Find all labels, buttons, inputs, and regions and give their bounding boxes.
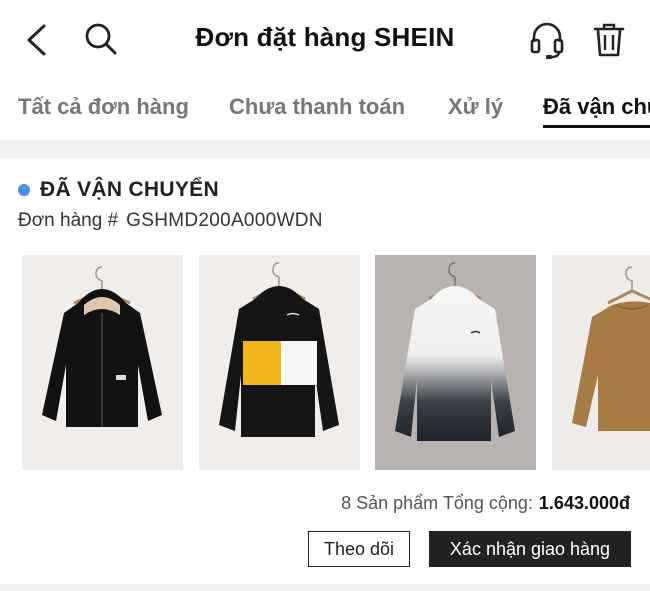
page-title: Đơn đặt hàng SHEIN xyxy=(195,22,455,52)
order-summary: 8 Sản phẩm Tổng cộng: 1.643.000đ xyxy=(341,493,630,514)
order-number: GSHMD200A000WDN xyxy=(126,210,323,231)
ombre-hoodie-image xyxy=(395,262,515,441)
order-status-label: ĐÃ VẬN CHUYỂN xyxy=(40,178,219,201)
product-thumbnails[interactable] xyxy=(22,255,650,470)
tab-unpaid[interactable]: Chưa thanh toán xyxy=(229,94,405,120)
customer-support-button[interactable] xyxy=(526,18,568,62)
headset-icon xyxy=(530,22,564,59)
top-bar: Đơn đặt hàng SHEIN xyxy=(0,0,650,80)
status-dot xyxy=(18,184,30,196)
product-thumbnail[interactable] xyxy=(199,255,360,470)
search-button[interactable] xyxy=(80,18,122,60)
delete-button[interactable] xyxy=(588,18,630,62)
track-order-button[interactable]: Theo dõi xyxy=(308,531,410,567)
trash-icon xyxy=(593,23,625,57)
order-number-row: Đơn hàng # GSHMD200A000WDN xyxy=(18,210,323,232)
tab-all-orders[interactable]: Tất cả đơn hàng xyxy=(18,94,189,120)
black-zip-hoodie-image xyxy=(42,266,162,427)
search-icon xyxy=(85,23,117,55)
product-thumbnail[interactable] xyxy=(22,255,183,470)
order-status-tabs: Tất cả đơn hàng Chưa thanh toán Xử lý Đã… xyxy=(0,82,650,140)
order-status: ĐÃ VẬN CHUYỂN xyxy=(18,178,219,202)
back-button[interactable] xyxy=(18,20,54,60)
summary-label: 8 Sản phẩm Tổng cộng: xyxy=(341,493,533,513)
active-tab-indicator xyxy=(543,125,650,128)
section-divider xyxy=(0,140,650,158)
colorblock-hoodie-image xyxy=(219,262,339,437)
confirm-delivery-button[interactable]: Xác nhận giao hàng xyxy=(429,531,631,567)
brown-sweatshirt-image xyxy=(572,266,650,431)
product-thumbnail[interactable] xyxy=(375,255,536,470)
tab-shipped[interactable]: Đã vận chuyển xyxy=(543,94,650,120)
bottom-divider xyxy=(0,584,650,591)
product-thumbnail[interactable] xyxy=(552,255,650,470)
tab-processing[interactable]: Xử lý xyxy=(448,94,503,120)
chevron-left-icon xyxy=(27,24,46,56)
order-number-label: Đơn hàng # xyxy=(18,210,119,231)
order-total: 1.643.000đ xyxy=(538,493,630,513)
